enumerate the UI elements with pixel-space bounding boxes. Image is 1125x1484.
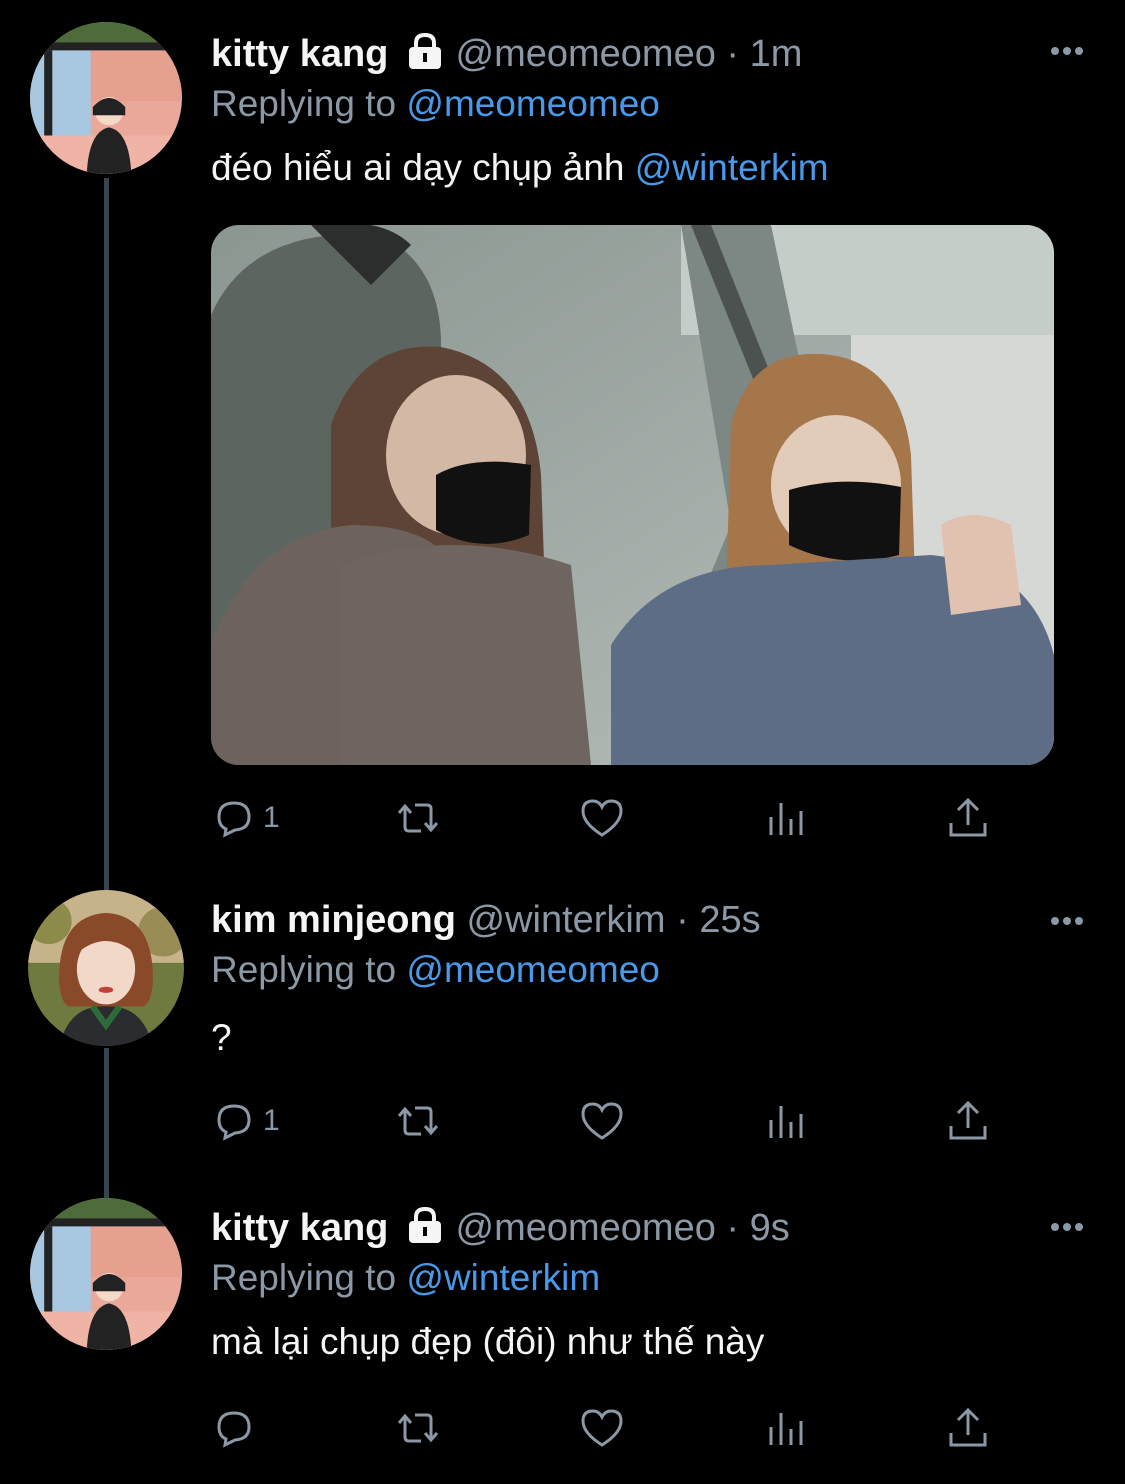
avatar-kitty-kang[interactable]	[30, 1198, 182, 1350]
photo-image	[211, 225, 1054, 765]
reply-icon	[217, 1411, 251, 1448]
heart-icon	[581, 799, 623, 837]
user-handle[interactable]: @meomeomeo	[456, 33, 716, 75]
heart-icon	[581, 1102, 623, 1140]
like-button[interactable]	[579, 1403, 625, 1453]
more-icon	[1075, 1223, 1083, 1231]
avatar-kitty-kang[interactable]	[30, 22, 182, 174]
display-name[interactable]: kitty kang	[211, 33, 388, 75]
replying-to-mention[interactable]: @meomeomeo	[406, 949, 660, 990]
tweet-photo[interactable]	[211, 225, 1054, 765]
reply-count: 1	[263, 801, 280, 834]
like-button[interactable]	[579, 1096, 625, 1146]
share-icon	[949, 1407, 987, 1447]
display-name[interactable]: kim minjeong	[211, 899, 456, 941]
analytics-button[interactable]	[763, 1096, 809, 1146]
more-icon	[1051, 1223, 1059, 1231]
analytics-icon	[769, 1106, 803, 1138]
more-icon	[1075, 47, 1083, 55]
analytics-icon	[769, 803, 803, 835]
separator-dot: ·	[726, 33, 740, 75]
tweet-2[interactable]: kim minjeong @winterkim · 25s Replying t…	[0, 880, 1125, 1180]
more-icon	[1063, 917, 1071, 925]
more-options-button[interactable]	[1051, 912, 1091, 932]
avatar-image	[30, 22, 182, 174]
replying-to-label: Replying to	[211, 1257, 407, 1298]
timestamp[interactable]: 9s	[750, 1207, 790, 1249]
avatar-image	[30, 1198, 182, 1350]
reply-button[interactable]: 1	[211, 1096, 280, 1146]
separator-dot: ·	[726, 1207, 740, 1249]
avatar-image	[28, 890, 184, 1046]
more-icon	[1051, 917, 1059, 925]
more-icon	[1075, 917, 1083, 925]
more-icon	[1063, 1223, 1071, 1231]
lock-icon	[405, 1206, 445, 1254]
retweet-button[interactable]	[395, 793, 441, 843]
replying-to-mention[interactable]: @winterkim	[406, 1257, 600, 1298]
user-handle[interactable]: @winterkim	[466, 899, 665, 941]
share-icon	[949, 797, 987, 837]
reply-button[interactable]	[211, 1403, 257, 1453]
reply-button[interactable]: 1	[211, 793, 280, 843]
more-icon	[1051, 47, 1059, 55]
tweet-text: ?	[211, 1017, 232, 1058]
share-button[interactable]	[945, 793, 991, 843]
like-button[interactable]	[579, 793, 625, 843]
retweet-icon	[397, 1106, 439, 1136]
tweet-text: mà lại chụp đẹp (đôi) như thế này	[211, 1321, 765, 1362]
lock-icon	[405, 32, 445, 80]
retweet-button[interactable]	[395, 1403, 441, 1453]
retweet-button[interactable]	[395, 1096, 441, 1146]
analytics-icon	[769, 1413, 803, 1445]
more-options-button[interactable]	[1051, 1218, 1091, 1238]
replying-to-label: Replying to	[211, 83, 407, 124]
tweet-text: đéo hiểu ai dạy chụp ảnh	[211, 147, 635, 188]
share-button[interactable]	[945, 1096, 991, 1146]
timestamp[interactable]: 25s	[699, 899, 760, 941]
separator-dot: ·	[676, 899, 689, 941]
display-name[interactable]: kitty kang	[211, 1207, 388, 1249]
retweet-icon	[397, 1413, 439, 1443]
replying-to-label: Replying to	[211, 949, 407, 990]
reply-icon	[217, 801, 251, 838]
timestamp[interactable]: 1m	[750, 33, 803, 75]
reply-count: 1	[263, 1104, 280, 1137]
tweet-3[interactable]: kitty kang @meomeomeo · 9s Replying to @…	[0, 1180, 1125, 1480]
heart-icon	[581, 1409, 623, 1447]
retweet-icon	[397, 803, 439, 833]
tweet-mention[interactable]: @winterkim	[635, 147, 829, 188]
reply-icon	[217, 1104, 251, 1141]
user-handle[interactable]: @meomeomeo	[456, 1207, 716, 1249]
more-options-button[interactable]	[1051, 42, 1091, 62]
replying-to-mention[interactable]: @meomeomeo	[406, 83, 660, 124]
tweet-1[interactable]: kitty kang @meomeomeo · 1m Replying to @…	[0, 0, 1125, 880]
share-icon	[949, 1100, 987, 1140]
avatar-kim-minjeong[interactable]	[28, 890, 184, 1046]
analytics-button[interactable]	[763, 1403, 809, 1453]
analytics-button[interactable]	[763, 793, 809, 843]
more-icon	[1063, 47, 1071, 55]
share-button[interactable]	[945, 1403, 991, 1453]
